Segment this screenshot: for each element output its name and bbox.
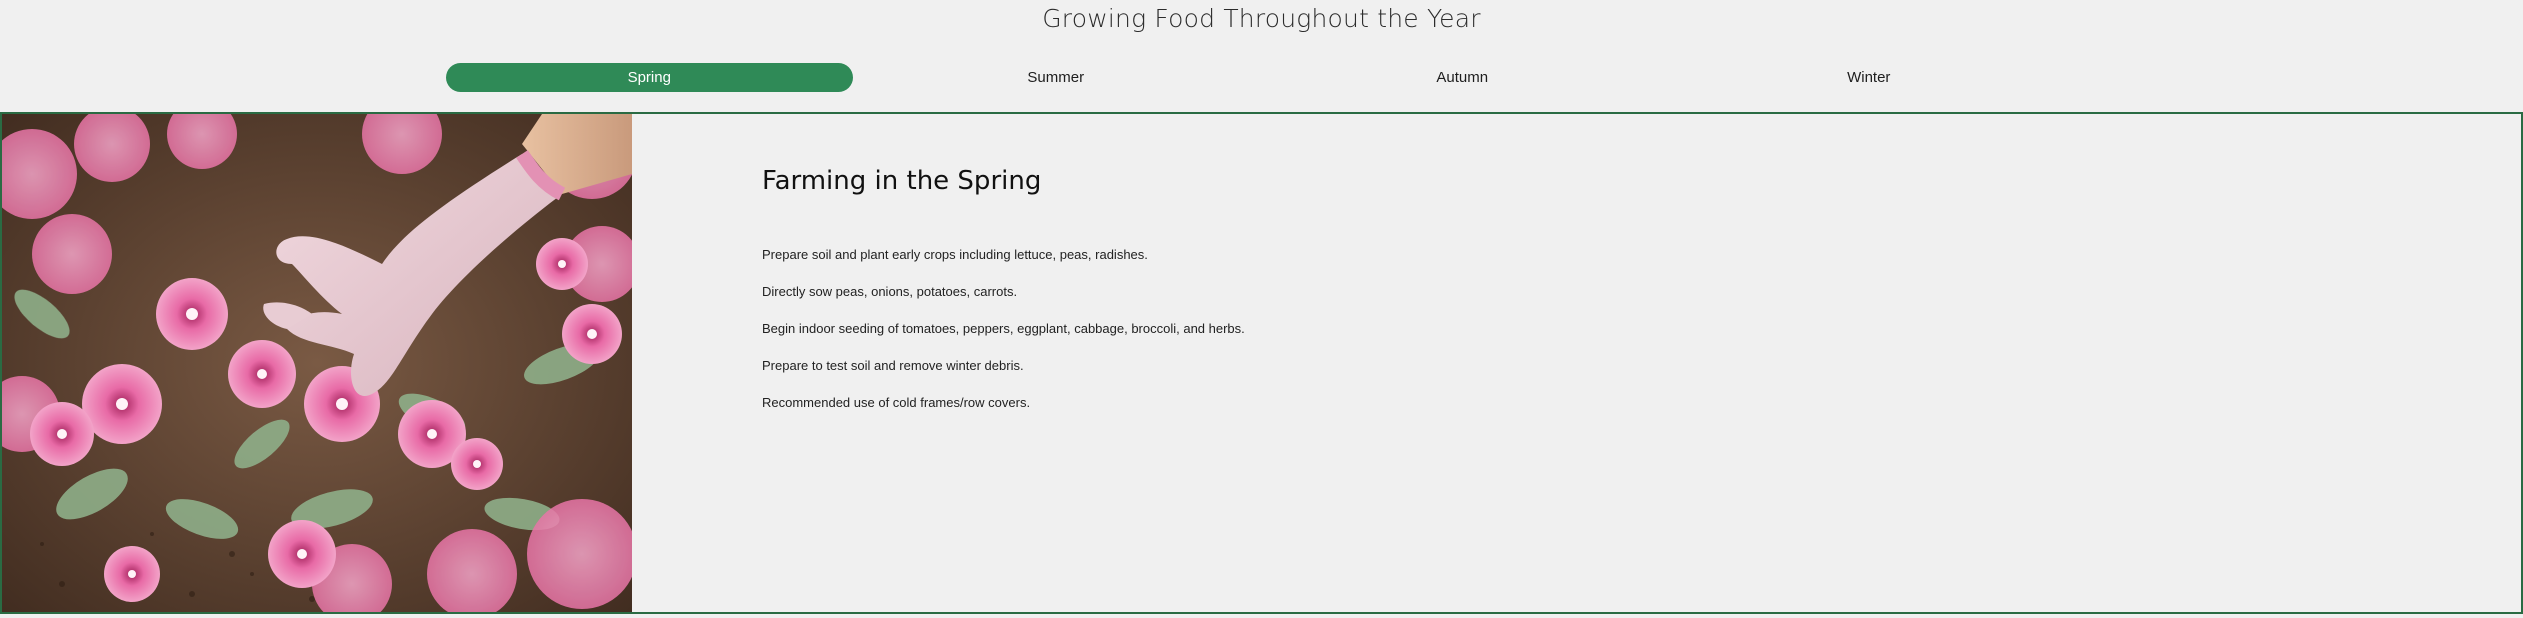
season-tabs: Spring Summer Autumn Winter: [446, 63, 2072, 92]
list-item: Recommended use of cold frames/row cover…: [762, 395, 1031, 410]
page-title: Growing Food Throughout the Year: [1042, 4, 1481, 33]
tab-spring[interactable]: Spring: [446, 63, 853, 92]
list-item: Prepare soil and plant early crops inclu…: [762, 247, 1148, 262]
season-panel: Farming in the Spring Prepare soil and p…: [0, 112, 2523, 614]
page: Growing Food Throughout the Year Spring …: [0, 0, 2523, 618]
tab-summer[interactable]: Summer: [853, 63, 1260, 92]
task-list: Prepare soil and plant early crops inclu…: [762, 236, 2362, 421]
season-content: Farming in the Spring Prepare soil and p…: [762, 166, 2362, 421]
list-item: Prepare to test soil and remove winter d…: [762, 358, 1024, 373]
spring-flowers-photo: [2, 114, 632, 612]
list-item: Begin indoor seeding of tomatoes, pepper…: [762, 321, 1245, 336]
tab-autumn[interactable]: Autumn: [1259, 63, 1666, 92]
list-item: Directly sow peas, onions, potatoes, car…: [762, 284, 1018, 299]
tab-winter[interactable]: Winter: [1666, 63, 2073, 92]
section-heading: Farming in the Spring: [762, 166, 1042, 196]
